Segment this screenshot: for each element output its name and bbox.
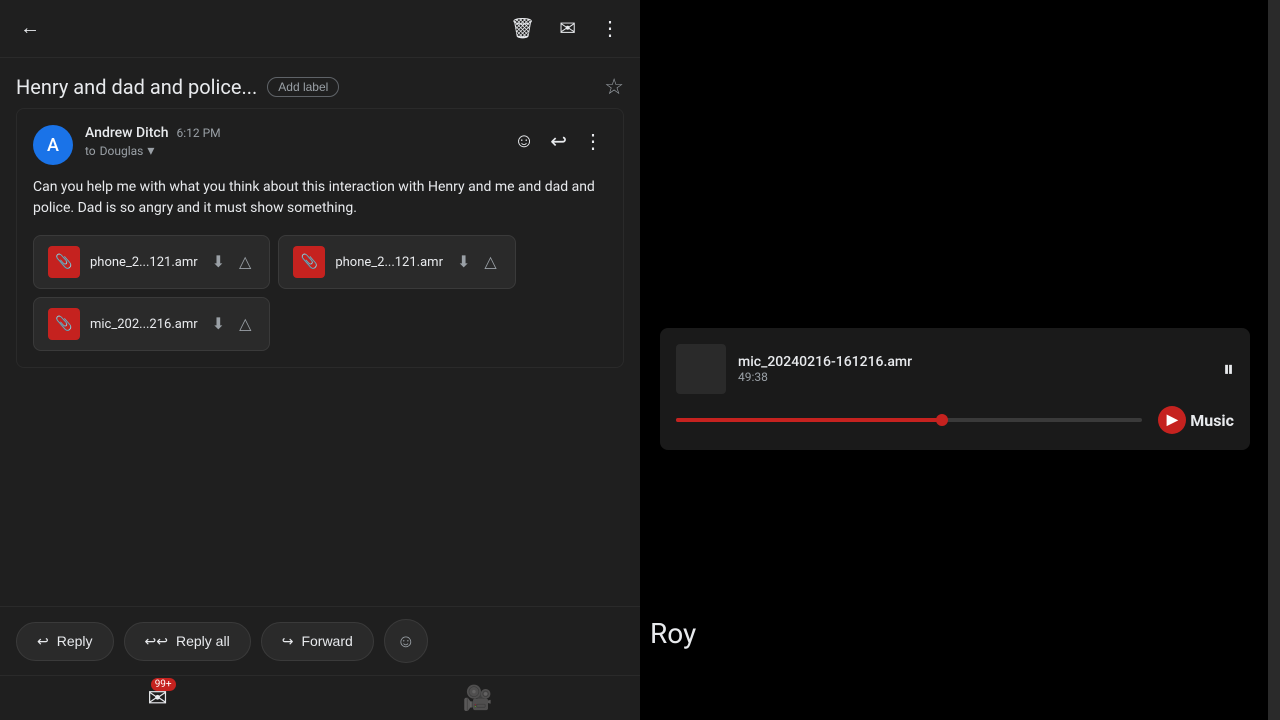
forward-arrow-icon: ↪: [282, 633, 294, 650]
drive-btn-1[interactable]: △: [235, 248, 255, 276]
music-panel: mic_20240216-161216.amr 49:38 ⏸ ▶ Music …: [640, 0, 1280, 720]
sender-info: Andrew Ditch 6:12 PM to Douglas ▾: [85, 125, 221, 159]
mail-nav-item[interactable]: ✉ 99+: [148, 684, 168, 712]
attachment-actions-3: ⬇ △: [208, 310, 256, 338]
reply-label: Reply: [57, 633, 93, 649]
attachment-card-2[interactable]: 📎 phone_2...121.amr ⬇ △: [278, 235, 515, 289]
progress-thumb: [936, 414, 948, 426]
attachment-name-1: phone_2...121.amr: [90, 255, 198, 270]
roy-text: Roy: [650, 617, 696, 650]
recipient-name: Douglas: [100, 144, 144, 158]
email-body: Can you help me with what you think abou…: [33, 177, 607, 219]
track-name: mic_20240216-161216.amr: [738, 354, 912, 370]
pause-button[interactable]: ⏸: [1223, 356, 1234, 382]
attachment-icon-2: 📎: [293, 246, 325, 278]
attachment-name-2: phone_2...121.amr: [335, 255, 443, 270]
album-art: [676, 344, 726, 394]
attachment-card-1[interactable]: 📎 phone_2...121.amr ⬇ △: [33, 235, 270, 289]
email-content: A Andrew Ditch 6:12 PM to Douglas ▾: [0, 108, 640, 606]
attachment-actions-1: ⬇ △: [208, 248, 256, 276]
reply-all-button[interactable]: ↩↩ Reply all: [124, 622, 251, 661]
email-header: A Andrew Ditch 6:12 PM to Douglas ▾: [33, 125, 607, 165]
email-more-button[interactable]: ⋮: [579, 125, 607, 158]
attachment-name-3: mic_202...216.amr: [90, 317, 198, 332]
recipient-dropdown-icon[interactable]: ▾: [147, 143, 154, 159]
download-btn-3[interactable]: ⬇: [208, 310, 229, 338]
player-top: mic_20240216-161216.amr 49:38 ⏸: [676, 344, 1234, 394]
reply-icon-button[interactable]: ↩: [546, 125, 571, 158]
reply-bar: ↩ Reply ↩↩ Reply all ↪ Forward ☺: [0, 606, 640, 675]
download-btn-1[interactable]: ⬇: [208, 248, 229, 276]
add-label-button[interactable]: Add label: [267, 77, 339, 97]
sender-name: Andrew Ditch: [85, 125, 169, 141]
top-bar-left: ←: [16, 13, 44, 44]
subject-area: Henry and dad and police... Add label ☆: [0, 58, 640, 108]
drive-btn-3[interactable]: △: [235, 310, 255, 338]
emoji-react-button[interactable]: ☺: [510, 126, 538, 157]
email-message: A Andrew Ditch 6:12 PM to Douglas ▾: [16, 108, 624, 368]
recipient-row: to Douglas ▾: [85, 143, 221, 159]
forward-label: Forward: [301, 633, 352, 649]
archive-button[interactable]: ✉: [555, 12, 580, 45]
progress-bar[interactable]: [676, 418, 1142, 422]
subject-title: Henry and dad and police...: [16, 75, 257, 99]
attachment-card-3[interactable]: 📎 mic_202...216.amr ⬇ △: [33, 297, 270, 351]
reply-all-arrow-icon: ↩↩: [145, 633, 168, 650]
recipient-prefix: to: [85, 144, 96, 158]
top-bar-right: 🗑 ✉ ⋮: [506, 12, 624, 45]
delete-button[interactable]: 🗑: [506, 12, 539, 45]
star-button[interactable]: ☆: [604, 74, 624, 100]
music-label: Music: [1190, 411, 1234, 430]
download-btn-2[interactable]: ⬇: [453, 248, 474, 276]
reply-arrow-icon: ↩: [37, 633, 49, 650]
gmail-panel: ← 🗑 ✉ ⋮ Henry and dad and police... Add …: [0, 0, 640, 720]
back-button[interactable]: ←: [16, 13, 44, 44]
avatar: A: [33, 125, 73, 165]
attachments: 📎 phone_2...121.amr ⬇ △ 📎 phone_2...121.…: [33, 235, 607, 351]
email-actions: ☺ ↩ ⋮: [510, 125, 607, 158]
player-left: mic_20240216-161216.amr 49:38: [676, 344, 912, 394]
bottom-nav: ✉ 99+ 🎥: [0, 675, 640, 720]
reply-all-label: Reply all: [176, 633, 230, 649]
email-header-left: A Andrew Ditch 6:12 PM to Douglas ▾: [33, 125, 221, 165]
attachment-actions-2: ⬇ △: [453, 248, 501, 276]
music-logo-icon: ▶: [1158, 406, 1186, 434]
attachment-icon-1: 📎: [48, 246, 80, 278]
track-duration: 49:38: [738, 370, 912, 384]
emoji-reply-icon: ☺: [397, 631, 415, 652]
music-logo: ▶ Music: [1158, 406, 1234, 434]
mail-badge: 99+: [151, 678, 176, 691]
progress-fill: [676, 418, 942, 422]
drive-btn-2[interactable]: △: [480, 248, 500, 276]
forward-button[interactable]: ↪ Forward: [261, 622, 374, 661]
right-edge: [1268, 0, 1280, 720]
subject-left: Henry and dad and police... Add label: [16, 75, 339, 99]
send-time: 6:12 PM: [177, 126, 221, 140]
video-nav-icon: 🎥: [463, 684, 493, 712]
top-bar: ← 🗑 ✉ ⋮: [0, 0, 640, 58]
video-nav-item[interactable]: 🎥: [463, 684, 493, 712]
reply-button[interactable]: ↩ Reply: [16, 622, 114, 661]
music-player: mic_20240216-161216.amr 49:38 ⏸ ▶ Music: [660, 328, 1250, 450]
track-info: mic_20240216-161216.amr 49:38: [738, 354, 912, 384]
sender-row: Andrew Ditch 6:12 PM: [85, 125, 221, 141]
emoji-reply-button[interactable]: ☺: [384, 619, 428, 663]
attachment-icon-3: 📎: [48, 308, 80, 340]
more-button[interactable]: ⋮: [596, 12, 624, 45]
progress-wrap: ▶ Music: [676, 406, 1234, 434]
